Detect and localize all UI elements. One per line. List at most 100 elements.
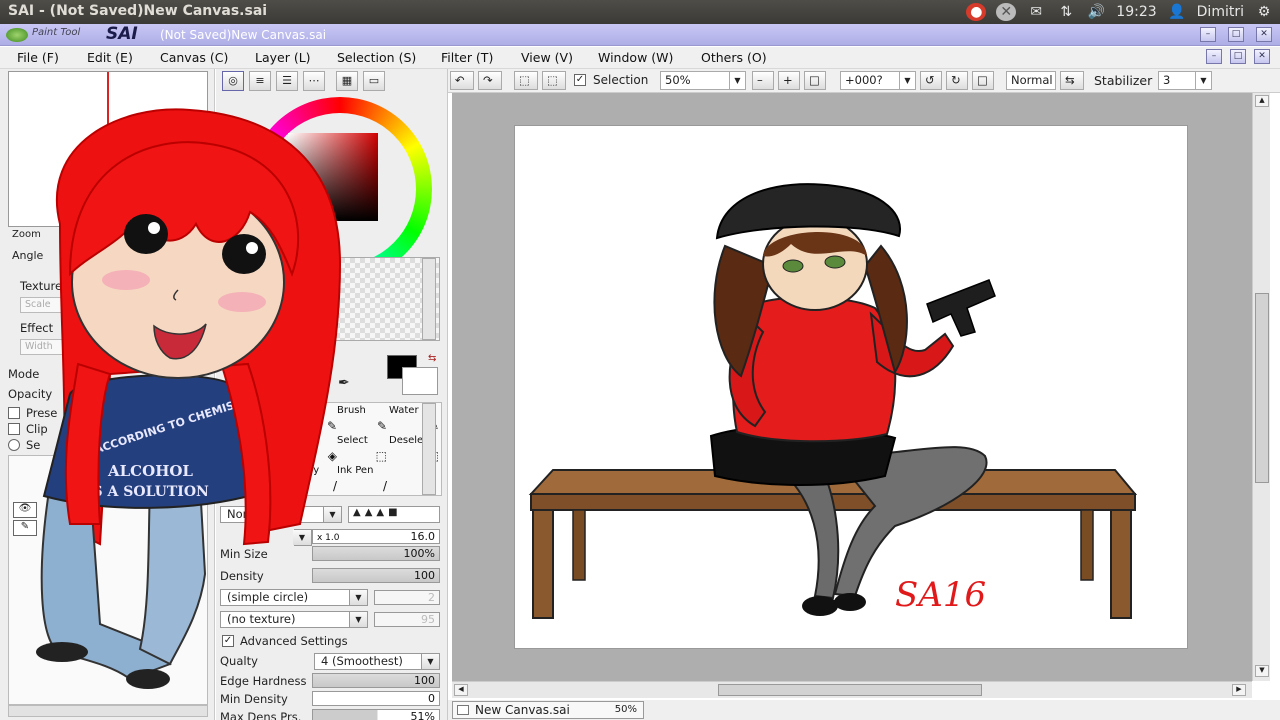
doc-restore-icon[interactable]: □ xyxy=(1230,49,1246,64)
canvas-paper[interactable]: SA16 xyxy=(514,125,1188,649)
quality-select[interactable]: 4 (Smoothest) ▼ xyxy=(314,653,440,670)
brush-shape-select[interactable]: (simple circle) ▼ xyxy=(220,589,368,606)
volume-icon[interactable]: 🔊 xyxy=(1086,3,1106,21)
notification-icon[interactable]: ● xyxy=(966,3,987,21)
size-slider[interactable]: x 1.0 16.0 xyxy=(312,529,440,544)
horizontal-scroll-thumb[interactable] xyxy=(718,684,982,696)
selection-source-radio[interactable] xyxy=(8,439,20,451)
menu-edit[interactable]: Edit (E) xyxy=(87,50,133,65)
layer-list[interactable]: 👁 ✎ xyxy=(8,455,208,705)
zoom-in-icon[interactable]: + xyxy=(778,71,800,90)
deselect-icon[interactable]: ⬚ xyxy=(514,71,538,90)
edge-hardness-slider[interactable]: 100 xyxy=(312,673,440,688)
menu-canvas[interactable]: Canvas (C) xyxy=(160,50,228,65)
canvas-horizontal-scrollbar[interactable]: ◀ ▶ xyxy=(452,681,1252,698)
chevron-down-icon: ▼ xyxy=(349,612,367,627)
scroll-right-icon[interactable]: ▶ xyxy=(1232,684,1246,696)
canvas-viewport[interactable]: SA16 xyxy=(452,93,1252,681)
preserve-opacity-checkbox[interactable] xyxy=(8,407,20,419)
redo-icon[interactable]: ↷ xyxy=(478,71,502,90)
tool-water[interactable]: Water✎ xyxy=(389,405,445,435)
scale-field[interactable]: Scale xyxy=(20,297,80,313)
hand-tool-icon[interactable]: ✋ xyxy=(308,375,325,391)
scratchpad-tab-icon[interactable]: ▭ xyxy=(363,71,385,91)
layer-visibility-icon[interactable]: 👁 xyxy=(13,502,37,518)
navigator-preview[interactable] xyxy=(8,71,208,227)
angle-select[interactable]: +000? ▼ xyxy=(840,71,916,90)
menu-filter[interactable]: Filter (T) xyxy=(441,50,493,65)
scroll-down-icon[interactable]: ▼ xyxy=(1255,665,1269,677)
color-wheel[interactable] xyxy=(248,97,432,281)
menu-window[interactable]: Window (W) xyxy=(598,50,673,65)
menu-layer[interactable]: Layer (L) xyxy=(255,50,311,65)
menu-others[interactable]: Others (O) xyxy=(701,50,767,65)
color-mixer-tab-icon[interactable]: ⋯ xyxy=(303,71,325,91)
tool-deselect[interactable]: Deselect⬚ xyxy=(389,435,445,465)
doc-close-icon[interactable]: ✕ xyxy=(1254,49,1270,64)
user-name[interactable]: Dimitri xyxy=(1197,4,1244,20)
left-hscroll[interactable] xyxy=(8,705,208,717)
brush-texture-value[interactable]: 95 xyxy=(374,612,440,627)
tool-ink-pen[interactable]: Ink Pen / xyxy=(337,465,393,495)
tool-brush-2[interactable]: Brush ✎ xyxy=(337,405,393,435)
blend-mode-select[interactable]: Normal xyxy=(1006,71,1056,90)
rotate-left-icon[interactable]: ↺ xyxy=(920,71,942,90)
zoom-select[interactable]: 50% ▼ xyxy=(660,71,746,90)
advanced-settings-checkbox[interactable]: ✓ xyxy=(222,635,234,647)
invert-selection-icon[interactable]: ⬚ xyxy=(542,71,566,90)
hsv-slider-tab-icon[interactable]: ☰ xyxy=(276,71,298,91)
gear-icon[interactable]: ⚙ xyxy=(1254,3,1274,21)
document-tab[interactable]: New Canvas.sai 50% xyxy=(452,701,644,719)
zoom-out-icon[interactable]: – xyxy=(752,71,774,90)
saturation-value-square[interactable] xyxy=(288,133,378,221)
edge-hardness-label: Edge Hardness xyxy=(220,674,307,688)
menu-view[interactable]: View (V) xyxy=(521,50,573,65)
density-slider[interactable]: 100 xyxy=(312,568,440,583)
color-wheel-tab-icon[interactable]: ◎ xyxy=(222,71,244,91)
undo-icon[interactable]: ↶ xyxy=(450,71,474,90)
swap-colors-icon[interactable]: ⇆ xyxy=(428,353,436,364)
menu-selection[interactable]: Selection (S) xyxy=(337,50,416,65)
rotate-reset-icon[interactable]: □ xyxy=(972,71,994,90)
network-icon[interactable]: ⇅ xyxy=(1056,3,1076,21)
swatches-tab-icon[interactable]: ▦ xyxy=(336,71,358,91)
min-size-slider[interactable]: 100% xyxy=(312,546,440,561)
menu-file[interactable]: File (F) xyxy=(17,50,59,65)
tools-scrollbar[interactable] xyxy=(422,403,436,495)
maximize-icon[interactable]: □ xyxy=(1228,27,1244,42)
minimize-icon[interactable]: – xyxy=(1200,27,1216,42)
window-title: SAI - (Not Saved)New Canvas.sai xyxy=(8,3,268,19)
doc-minimize-icon[interactable]: – xyxy=(1206,49,1222,64)
vertical-scroll-thumb[interactable] xyxy=(1255,293,1269,483)
scroll-up-icon[interactable]: ▲ xyxy=(1255,95,1269,107)
eyedropper-icon[interactable]: ✒ xyxy=(338,375,350,391)
canvas-vertical-scrollbar[interactable]: ▲ ▼ xyxy=(1252,93,1270,681)
width-field[interactable]: Width xyxy=(20,339,80,355)
scroll-left-icon[interactable]: ◀ xyxy=(454,684,468,696)
brush-tip-shapes[interactable]: ▲▲▲■ xyxy=(348,506,440,523)
tool-select[interactable]: Select ⬚ xyxy=(337,435,393,465)
min-density-slider[interactable]: 0 xyxy=(312,691,440,706)
close-icon[interactable]: ✕ xyxy=(1256,27,1272,42)
layer-edit-icon[interactable]: ✎ xyxy=(13,520,37,536)
selection-checkbox[interactable]: ✓ xyxy=(574,74,586,86)
secondary-color-swatch[interactable] xyxy=(402,367,438,395)
max-density-slider[interactable]: 51% xyxy=(312,709,440,720)
flip-icon[interactable]: ⇆ xyxy=(1060,71,1084,90)
brush-shape-value[interactable]: 2 xyxy=(374,590,440,605)
mail-icon[interactable]: ✉ xyxy=(1026,3,1046,21)
stabilizer-select[interactable]: 3 ▼ xyxy=(1158,71,1212,90)
rotate-right-icon[interactable]: ↻ xyxy=(946,71,968,90)
brush-mode-select[interactable]: Normal ▼ xyxy=(220,506,342,523)
update-icon[interactable]: ✕ xyxy=(996,3,1017,21)
clock[interactable]: 19:23 xyxy=(1116,4,1156,20)
brush-texture-select[interactable]: (no texture) ▼ xyxy=(220,611,368,628)
tool-binary[interactable]: Binary / xyxy=(287,465,343,495)
zoom-reset-icon[interactable]: □ xyxy=(804,71,826,90)
clipping-checkbox[interactable] xyxy=(8,423,20,435)
swatches-scrollbar[interactable] xyxy=(422,258,436,340)
rgb-slider-tab-icon[interactable]: ≡ xyxy=(249,71,271,91)
tool-brush-1[interactable]: Brush ✎ xyxy=(287,405,343,435)
tool-eraser[interactable]: Eraser ◈ xyxy=(287,435,343,465)
size-multiplier-select[interactable]: ▼ xyxy=(293,529,312,546)
